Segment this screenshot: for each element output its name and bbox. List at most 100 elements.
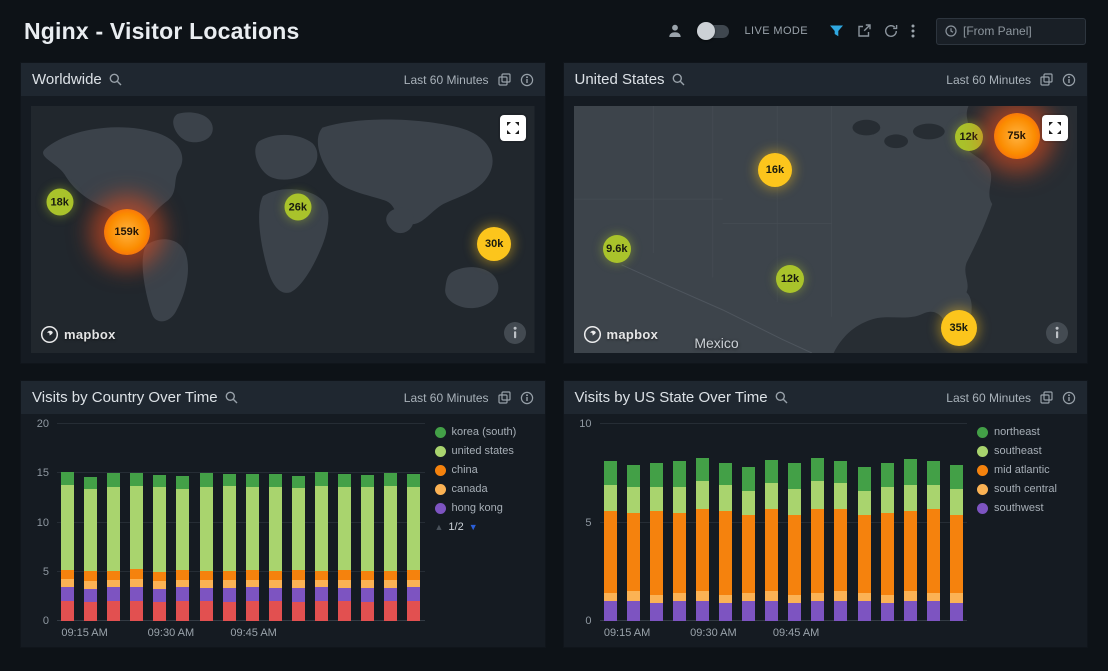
bar-segment <box>292 476 305 488</box>
share-icon[interactable] <box>857 24 871 38</box>
stacked-bar[interactable] <box>950 424 963 621</box>
stacked-bar[interactable] <box>384 424 397 621</box>
stacked-bar[interactable] <box>246 424 259 621</box>
duplicate-icon[interactable] <box>498 391 511 404</box>
stacked-bar[interactable] <box>130 424 143 621</box>
legend-item[interactable]: canada <box>435 483 537 495</box>
map-bubble[interactable]: 12k <box>955 123 983 151</box>
stacked-bar[interactable] <box>742 424 755 621</box>
stacked-bar[interactable] <box>673 424 686 621</box>
stacked-bar[interactable] <box>904 424 917 621</box>
info-icon[interactable] <box>1062 73 1076 87</box>
bar-segment <box>811 593 824 601</box>
bar-segment <box>788 463 801 489</box>
stacked-bar[interactable] <box>650 424 663 621</box>
bar-segment <box>719 463 732 485</box>
world-map: mapbox 18k 159k 26k 30k <box>31 106 535 353</box>
stacked-bar[interactable] <box>811 424 824 621</box>
map-bubble[interactable]: 30k <box>477 227 511 261</box>
stacked-bar[interactable] <box>788 424 801 621</box>
map-bubble[interactable]: 12k <box>776 265 804 293</box>
zoom-icon[interactable] <box>225 391 238 404</box>
duplicate-icon[interactable] <box>1040 391 1053 404</box>
time-picker-input[interactable]: [From Panel] <box>936 18 1086 45</box>
fullscreen-button[interactable] <box>1042 115 1068 141</box>
zoom-icon[interactable] <box>109 73 122 86</box>
panel-header: Worldwide Last 60 Minutes <box>21 63 545 96</box>
y-tick-label: 5 <box>585 517 591 529</box>
stacked-bar[interactable] <box>315 424 328 621</box>
kebab-menu-icon[interactable] <box>911 24 915 38</box>
bars-container <box>600 424 968 621</box>
stacked-bar[interactable] <box>84 424 97 621</box>
info-icon[interactable] <box>520 73 534 87</box>
stacked-bar[interactable] <box>627 424 640 621</box>
stacked-bar[interactable] <box>719 424 732 621</box>
legend-item[interactable]: northeast <box>977 426 1079 438</box>
stacked-bar[interactable] <box>858 424 871 621</box>
map-bubble[interactable]: 9.6k <box>603 235 631 263</box>
info-icon[interactable] <box>520 391 534 405</box>
legend-item[interactable]: china <box>435 464 537 476</box>
y-tick-label: 15 <box>37 467 49 479</box>
bar-segment <box>742 601 755 621</box>
dashboard-header: Nginx - Visitor Locations LIVE MODE [Fro… <box>0 0 1108 62</box>
legend-item[interactable]: korea (south) <box>435 426 537 438</box>
attribution-info-icon[interactable] <box>1046 322 1068 344</box>
stacked-bar[interactable] <box>834 424 847 621</box>
legend-item[interactable]: southwest <box>977 502 1079 514</box>
panel-visits-by-country: Visits by Country Over Time Last 60 Minu… <box>20 380 546 648</box>
map-bubble[interactable]: 16k <box>758 153 792 187</box>
duplicate-icon[interactable] <box>1040 73 1053 86</box>
filter-icon[interactable] <box>829 24 844 38</box>
legend-item[interactable]: hong kong <box>435 502 537 514</box>
stacked-bar[interactable] <box>223 424 236 621</box>
info-icon[interactable] <box>1062 391 1076 405</box>
map-bubble[interactable]: 35k <box>941 310 977 346</box>
stacked-bar[interactable] <box>200 424 213 621</box>
zoom-icon[interactable] <box>672 73 685 86</box>
attribution-info-icon[interactable] <box>504 322 526 344</box>
stacked-bar[interactable] <box>153 424 166 621</box>
legend-item[interactable]: united states <box>435 445 537 457</box>
stacked-bar[interactable] <box>881 424 894 621</box>
stacked-bar[interactable] <box>292 424 305 621</box>
stacked-bar[interactable] <box>107 424 120 621</box>
stacked-bar[interactable] <box>61 424 74 621</box>
legend-item[interactable]: mid atlantic <box>977 464 1079 476</box>
legend-item[interactable]: south central <box>977 483 1079 495</box>
duplicate-icon[interactable] <box>498 73 511 86</box>
stacked-bar[interactable] <box>927 424 940 621</box>
map-bubble[interactable]: 159k <box>104 209 150 255</box>
legend-item[interactable]: southeast <box>977 445 1079 457</box>
legend-next-button[interactable]: ▼ <box>469 522 478 532</box>
stacked-bar[interactable] <box>269 424 282 621</box>
stacked-bar[interactable] <box>338 424 351 621</box>
stacked-bar[interactable] <box>604 424 617 621</box>
fullscreen-button[interactable] <box>500 115 526 141</box>
user-icon[interactable] <box>668 24 682 38</box>
bar-segment <box>627 601 640 621</box>
bar-segment <box>904 591 917 601</box>
stacked-bar[interactable] <box>176 424 189 621</box>
refresh-icon[interactable] <box>884 24 898 38</box>
stacked-bar[interactable] <box>361 424 374 621</box>
legend-label: southeast <box>994 445 1042 457</box>
map-bubble[interactable]: 18k <box>46 189 73 216</box>
live-mode-toggle[interactable] <box>697 25 729 38</box>
map-bubble[interactable]: 26k <box>284 194 311 221</box>
stacked-bar[interactable] <box>696 424 709 621</box>
bar-segment <box>84 477 97 489</box>
bar-segment <box>927 593 940 601</box>
legend-label: mid atlantic <box>994 464 1050 476</box>
mapbox-logo[interactable]: mapbox <box>40 325 116 344</box>
stacked-bar[interactable] <box>765 424 778 621</box>
stacked-bar[interactable] <box>407 424 420 621</box>
legend-prev-button[interactable]: ▲ <box>435 522 444 532</box>
zoom-icon[interactable] <box>775 391 788 404</box>
map-bubble[interactable]: 75k <box>994 113 1040 159</box>
bar-segment <box>696 591 709 601</box>
x-tick-label: 09:45 AM <box>773 627 819 639</box>
header-controls: LIVE MODE [From Panel] <box>668 18 1086 45</box>
mapbox-logo[interactable]: mapbox <box>583 325 659 344</box>
